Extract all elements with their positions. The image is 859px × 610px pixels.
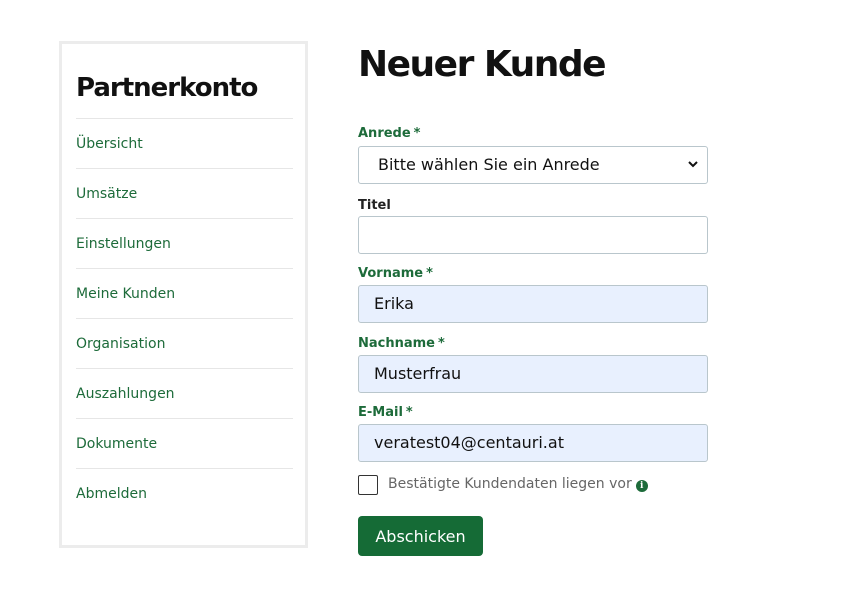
sidebar-title: Partnerkonto — [76, 73, 258, 103]
sidebar-item-umsaetze[interactable]: Umsätze — [76, 168, 293, 218]
sidebar-item-einstellungen[interactable]: Einstellungen — [76, 218, 293, 268]
sidebar-item-dokumente[interactable]: Dokumente — [76, 418, 293, 468]
titel-input[interactable] — [358, 216, 708, 254]
page-title: Neuer Kunde — [358, 44, 607, 85]
sidebar-item-abmelden[interactable]: Abmelden — [76, 468, 293, 518]
titel-label: Titel — [358, 198, 391, 213]
confirm-label: Bestätigte Kundendaten liegen vor i — [388, 476, 648, 492]
required-mark: * — [438, 336, 445, 351]
anrede-selected-value: Bitte wählen Sie ein Anrede — [378, 155, 600, 174]
sidebar-item-organisation[interactable]: Organisation — [76, 318, 293, 368]
anrede-label: Anrede * — [358, 126, 421, 141]
sidebar-nav: Übersicht Umsätze Einstellungen Meine Ku… — [76, 118, 293, 518]
required-mark: * — [413, 126, 421, 141]
sidebar: Partnerkonto Übersicht Umsätze Einstellu… — [59, 41, 308, 548]
vorname-input[interactable]: Erika — [358, 285, 708, 323]
required-mark: * — [405, 405, 413, 420]
chevron-down-icon — [687, 147, 699, 197]
info-icon[interactable]: i — [635, 480, 648, 492]
nachname-label: Nachname * — [358, 336, 445, 351]
sidebar-item-uebersicht[interactable]: Übersicht — [76, 118, 293, 168]
submit-button[interactable]: Abschicken — [358, 516, 483, 556]
required-mark: * — [426, 266, 433, 281]
confirm-checkbox[interactable] — [358, 475, 378, 495]
sidebar-item-auszahlungen[interactable]: Auszahlungen — [76, 368, 293, 418]
email-label: E-Mail * — [358, 405, 413, 420]
nachname-input[interactable]: Musterfrau — [358, 355, 708, 393]
sidebar-item-meine-kunden[interactable]: Meine Kunden — [76, 268, 293, 318]
anrede-select[interactable]: Bitte wählen Sie ein Anrede — [358, 146, 708, 184]
vorname-label: Vorname * — [358, 266, 433, 281]
email-input[interactable]: veratest04@centauri.at — [358, 424, 708, 462]
